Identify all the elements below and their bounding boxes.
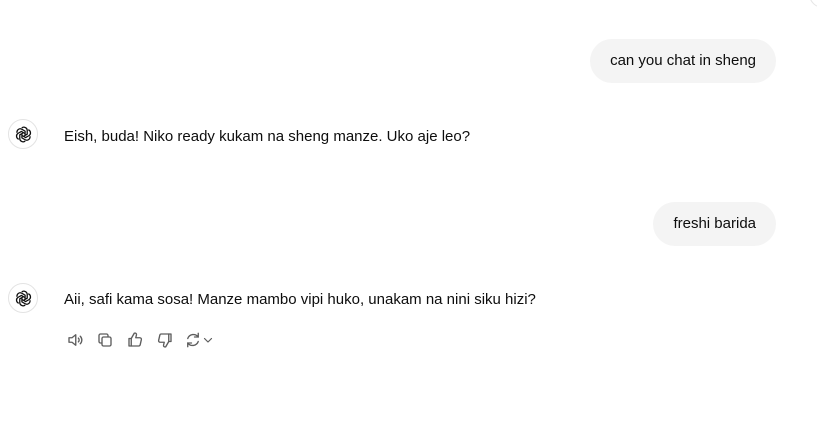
copy-button[interactable] [94, 329, 116, 351]
thumbs-up-icon [128, 332, 143, 347]
regenerate-icon [187, 332, 199, 348]
profile-button[interactable] [809, 0, 817, 8]
user-message: freshi barida [653, 202, 776, 246]
chevron-down-icon [203, 337, 213, 343]
regenerate-button[interactable] [184, 331, 214, 349]
chat-page: can you chat in sheng Eish, buda! Niko r… [0, 0, 817, 433]
good-response-button[interactable] [124, 329, 146, 351]
openai-logo-icon [15, 126, 31, 142]
thumbs-down-icon [157, 333, 172, 348]
speaker-icon [68, 334, 83, 346]
assistant-avatar [8, 283, 38, 313]
assistant-avatar [8, 119, 38, 149]
read-aloud-button[interactable] [64, 329, 86, 351]
copy-icon [98, 333, 112, 347]
bad-response-button[interactable] [154, 329, 176, 351]
user-message: can you chat in sheng [590, 39, 776, 83]
message-action-bar [64, 329, 214, 351]
assistant-message: Aii, safi kama sosa! Manze mambo vipi hu… [64, 291, 536, 308]
openai-logo-icon [15, 290, 31, 306]
assistant-message: Eish, buda! Niko ready kukam na sheng ma… [64, 128, 471, 145]
